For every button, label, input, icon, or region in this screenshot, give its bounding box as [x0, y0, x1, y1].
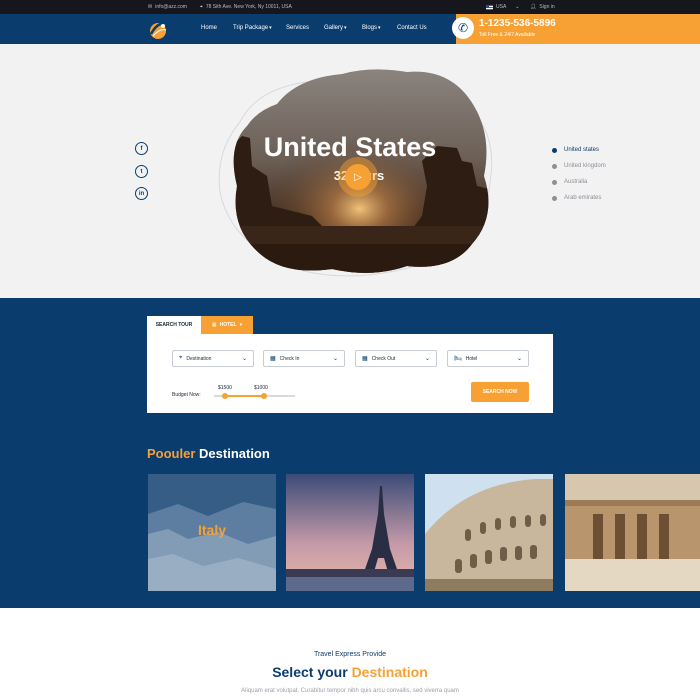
nav-item-blogs[interactable]: Blogs▾: [362, 25, 381, 31]
country-item-united-kingdom[interactable]: United kingdom: [552, 158, 606, 174]
destination-card-paris[interactable]: [286, 474, 414, 591]
calendar-icon: ▦: [270, 356, 276, 362]
top-bar: ✉ info@azz.com ⌖ 78 Sith Ave. New York, …: [0, 0, 700, 14]
nav-item-trip-package[interactable]: Trip Package▾: [233, 25, 272, 31]
phone-icon[interactable]: ✆: [452, 17, 474, 39]
popular-destination-title: Poouler Destination: [147, 446, 270, 461]
destination-card-italy[interactable]: Italy: [148, 474, 276, 591]
colosseum-image: [425, 474, 553, 591]
mail-icon: ✉: [148, 4, 153, 10]
logo-icon[interactable]: [147, 19, 169, 41]
bullet-icon: [552, 179, 557, 185]
budget-slider-max-handle[interactable]: [261, 393, 267, 399]
card-label-italy: Italy: [197, 522, 226, 538]
nav-item-contact[interactable]: Contact Us: [397, 25, 427, 31]
nav-item-gallery[interactable]: Gallery▾: [324, 25, 347, 31]
bullet-icon: [552, 163, 557, 169]
tab-hotel[interactable]: ▦ HOTEL ▾: [201, 316, 253, 334]
bullet-icon: [552, 195, 557, 201]
calendar-icon: ▦: [362, 356, 368, 362]
user-icon: 👤︎: [530, 4, 537, 10]
search-now-button[interactable]: SEARCH NOW: [471, 382, 529, 402]
country-item-arab-emirates[interactable]: Arab emirates: [552, 190, 606, 206]
chevron-down-icon: ⌄: [241, 356, 247, 362]
twitter-icon[interactable]: t: [135, 165, 148, 178]
budget-slider-min-handle[interactable]: [222, 393, 228, 399]
location-pin-icon: ⌖: [179, 355, 183, 361]
email-text: info@azz.com: [155, 4, 187, 10]
budget-slider-range: [225, 395, 264, 397]
destination-card-rome[interactable]: [425, 474, 553, 591]
destination-card-egypt[interactable]: [565, 474, 700, 591]
play-button[interactable]: ▷: [345, 164, 371, 190]
chevron-down-icon: ▾: [239, 322, 243, 328]
language-text: USA: [496, 4, 507, 10]
chevron-down-icon: ▾: [378, 25, 381, 31]
eiffel-tower-image: [286, 474, 414, 591]
address-contact: ⌖ 78 Sith Ave. New York, Ny 10011, USA: [200, 0, 292, 14]
language-select[interactable]: USA ⌄: [486, 0, 519, 14]
phone-number[interactable]: 1-1235-536-5896: [479, 18, 556, 29]
linkedin-icon[interactable]: in: [135, 187, 148, 200]
hotel-select[interactable]: 🛏︎ Hotel ⌄: [447, 350, 529, 367]
play-icon: ▷: [354, 171, 362, 183]
budget-max-value: $1000: [254, 385, 268, 391]
budget-label: Budget Now:: [172, 392, 201, 398]
nav-item-services[interactable]: Services: [286, 25, 309, 31]
select-description: Aliquam erat volutpat. Curabitur tempor …: [241, 688, 459, 694]
egypt-temple-image: [565, 474, 700, 591]
country-item-australia[interactable]: Australia: [552, 174, 606, 190]
chevron-down-icon: ▾: [269, 25, 272, 31]
country-item-united-states[interactable]: United states: [552, 142, 606, 158]
chevron-down-icon: ⌄: [424, 356, 430, 362]
email-contact[interactable]: ✉ info@azz.com: [148, 0, 187, 14]
tab-hotel-label: HOTEL: [219, 322, 237, 328]
chevron-down-icon: ▾: [344, 25, 347, 31]
signin-text: Sign in: [539, 4, 555, 10]
bullet-icon: [552, 147, 557, 153]
chevron-down-icon: ⌄: [516, 356, 522, 362]
us-flag-icon: [486, 4, 493, 10]
select-kicker: Travel Express Provide: [313, 651, 387, 658]
destination-select[interactable]: ⌖ Destination ⌄: [172, 350, 254, 367]
chevron-down-icon: ⌄: [332, 356, 338, 362]
check-in-field[interactable]: ▦ Check In ⌄: [263, 350, 345, 367]
select-title: Select your Destination: [272, 664, 428, 680]
building-icon: ▦: [211, 322, 217, 328]
country-list: United states United kingdom Australia A…: [552, 142, 606, 206]
location-pin-icon: ⌖: [200, 4, 203, 10]
bed-icon: 🛏︎: [454, 356, 462, 362]
address-text: 78 Sith Ave. New York, Ny 10011, USA: [205, 4, 292, 10]
tab-search-tour[interactable]: SEARCH TOUR: [147, 316, 201, 334]
signin-link[interactable]: 👤︎ Sign in: [530, 0, 555, 14]
facebook-icon[interactable]: f: [135, 142, 148, 155]
budget-min-value: $1500: [218, 385, 232, 391]
phone-note: Toll Free & 24/7 Available: [479, 32, 536, 38]
page: ✉ info@azz.com ⌖ 78 Sith Ave. New York, …: [0, 0, 700, 700]
chevron-down-icon: ⌄: [515, 4, 520, 10]
check-out-field[interactable]: ▦ Check Out ⌄: [355, 350, 437, 367]
nav-item-home[interactable]: Home: [201, 25, 217, 31]
